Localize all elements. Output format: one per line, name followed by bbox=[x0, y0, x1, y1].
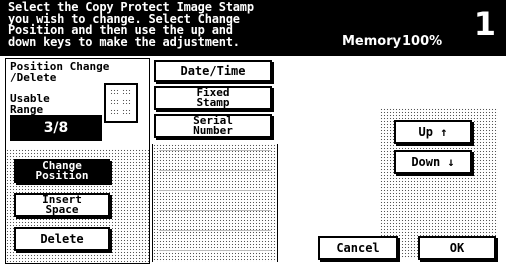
panel-title: Position Change /Delete bbox=[10, 60, 110, 84]
position-change-panel: Position Change /Delete Usable Range 3/8… bbox=[5, 58, 150, 264]
up-button[interactable]: Up ↑ bbox=[394, 120, 472, 144]
instruction-header: Select the Copy Protect Image Stamp you … bbox=[0, 0, 506, 56]
stamp-item-fixed-stamp[interactable]: Fixed Stamp bbox=[154, 86, 272, 110]
stamp-list: Date/Time Fixed Stamp Serial Number bbox=[152, 58, 278, 262]
ok-button[interactable]: OK bbox=[418, 236, 496, 260]
stamp-item-date-time[interactable]: Date/Time bbox=[154, 60, 272, 82]
adjustment-panel: Up ↑ Down ↓ Cancel OK bbox=[280, 58, 502, 262]
insert-space-button[interactable]: Insert Space bbox=[14, 193, 110, 217]
usable-range-value: 3/8 bbox=[10, 115, 102, 141]
stamp-item-serial-number[interactable]: Serial Number bbox=[154, 114, 272, 138]
down-button[interactable]: Down ↓ bbox=[394, 150, 472, 174]
delete-button[interactable]: Delete bbox=[14, 227, 110, 251]
page-layout-icon bbox=[104, 83, 138, 123]
instruction-message: Select the Copy Protect Image Stamp you … bbox=[8, 0, 254, 49]
change-position-button[interactable]: Change Position bbox=[14, 159, 110, 183]
memory-value: 100% bbox=[402, 34, 443, 49]
cancel-button[interactable]: Cancel bbox=[318, 236, 398, 260]
memory-label: Memory bbox=[342, 34, 402, 49]
stamp-list-empty-rows bbox=[152, 144, 278, 262]
page-number: 1 bbox=[473, 5, 496, 43]
usable-range-label: Usable Range bbox=[10, 92, 50, 116]
